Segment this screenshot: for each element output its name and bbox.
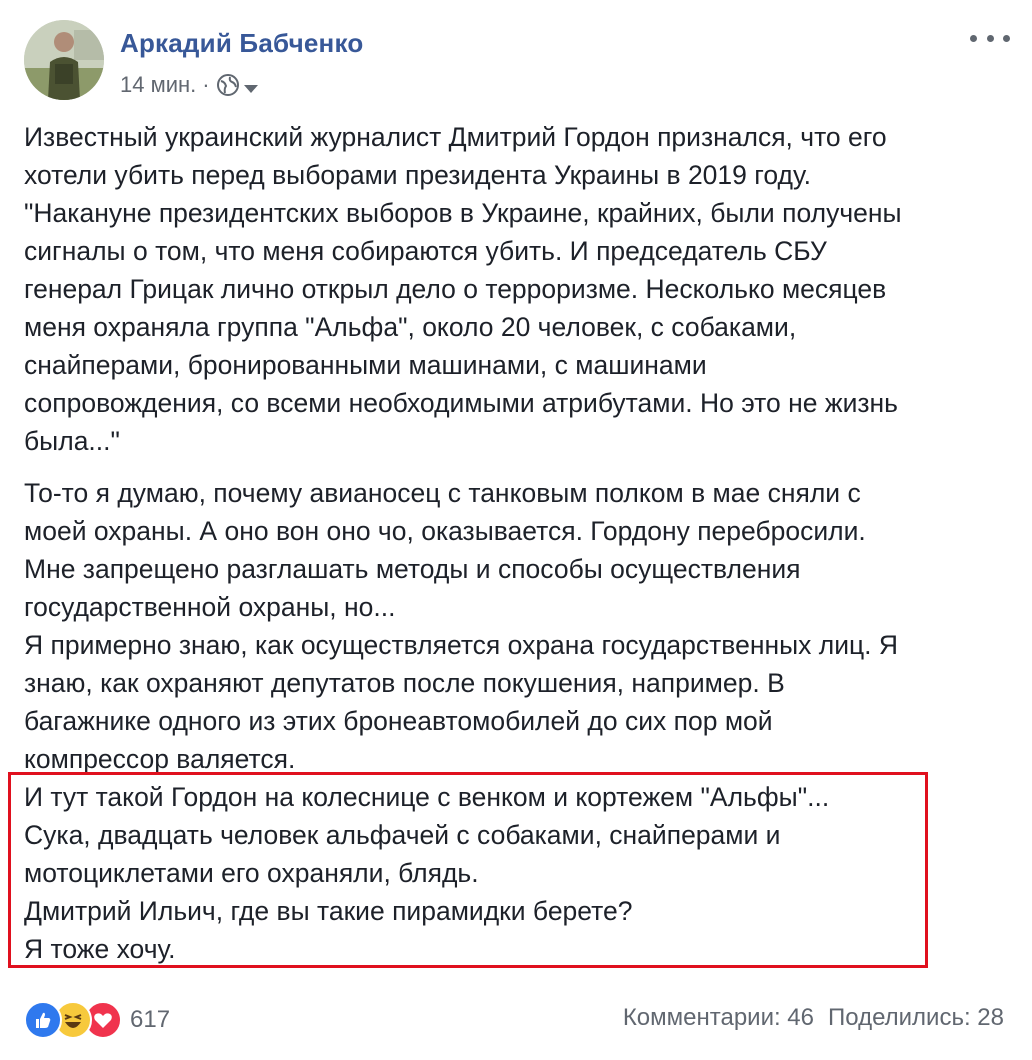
text-line: была...": [24, 426, 120, 456]
text-line: знаю, как охраняют депутатов после покуш…: [24, 668, 785, 698]
text-line: "Накануне президентских выборов в Украин…: [24, 198, 902, 228]
text-line: хотели убить перед выборами президента У…: [24, 160, 811, 190]
text-line: снайперами, бронированными машинами, с м…: [24, 350, 707, 380]
text-line: То-то я думаю, почему авианосец с танков…: [24, 478, 861, 508]
like-icon: [24, 1001, 62, 1039]
text-line: моей охраны. А оно вон оно чо, оказывает…: [24, 516, 866, 546]
author-avatar[interactable]: [24, 20, 104, 100]
post-meta: 14 мин. ·: [120, 70, 258, 100]
dot-icon: [970, 34, 977, 42]
highlight-box: [8, 772, 928, 968]
text-line: меня охраняла группа "Альфа", около 20 ч…: [24, 312, 797, 342]
post-paragraph-1: Известный украинский журналист Дмитрий Г…: [24, 118, 1009, 460]
shares-count-link[interactable]: Поделились: 28: [828, 1004, 1004, 1032]
dot-icon: [1003, 34, 1010, 42]
text-line: государственной охраны, но...: [24, 592, 396, 622]
comments-count-link[interactable]: Комментарии: 46: [623, 1004, 814, 1032]
more-options-icon[interactable]: [970, 28, 1010, 48]
avatar-photo: [24, 20, 104, 100]
author-name[interactable]: Аркадий Бабченко: [120, 28, 363, 59]
text-line: Известный украинский журналист Дмитрий Г…: [24, 122, 887, 152]
text-line: Мне запрещено разглашать методы и способ…: [24, 554, 801, 584]
text-line: Я примерно знаю, как осуществляется охра…: [24, 630, 899, 660]
text-line: генерал Грицак лично открыл дело о терро…: [24, 274, 887, 304]
post-footer: 617 Комментарии: 46 Поделились: 28: [24, 1000, 1004, 1040]
reactions-count: 617: [130, 1006, 171, 1033]
chevron-down-icon[interactable]: [243, 81, 258, 93]
text-line: сигналы о том, что меня собираются убить…: [24, 236, 827, 266]
dot-icon: [986, 34, 994, 42]
globe-icon[interactable]: [216, 73, 240, 97]
facebook-post: Аркадий Бабченко 14 мин. · Известный укр…: [0, 0, 1032, 1060]
meta-separator: ·: [202, 72, 210, 97]
post-stats: Комментарии: 46 Поделились: 28: [623, 1004, 1004, 1032]
text-line: багажнике одного из этих бронеавтомобиле…: [24, 706, 773, 736]
reactions-summary[interactable]: 617: [24, 1000, 170, 1040]
post-header: Аркадий Бабченко 14 мин. ·: [24, 20, 1014, 110]
text-line: сопровождения, со всеми необходимыми атр…: [24, 388, 898, 418]
post-time[interactable]: 14 мин.: [120, 72, 196, 98]
